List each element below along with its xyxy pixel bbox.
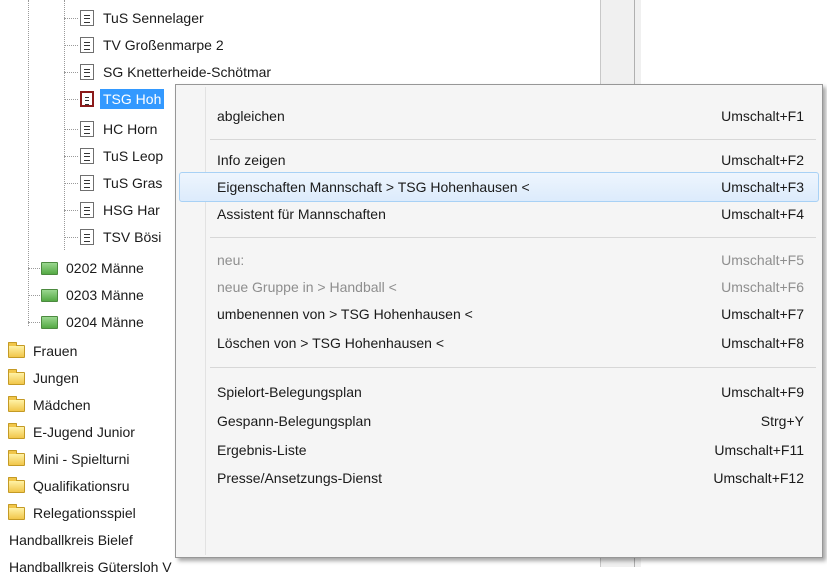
tree-item-label: TSG Hoh (100, 89, 165, 109)
tree-item-label: TSV Bösi (103, 229, 162, 245)
tree-item-label: Mädchen (33, 397, 91, 413)
tree-item-label: E-Jugend Junior (33, 424, 135, 440)
tree-item-label: Jungen (33, 370, 79, 386)
tree-item-label: Handballkreis Gütersloh V (9, 559, 172, 575)
tree-item-team[interactable]: TuS Leop (64, 144, 166, 168)
tree-item-team-selected[interactable]: TSG Hoh (64, 87, 165, 111)
tree-item-label: SG Knetterheide-Schötmar (103, 64, 272, 80)
tree-item-group[interactable]: 0202 Männe (28, 256, 147, 280)
tree-item-label: Handballkreis Bielef (9, 532, 133, 548)
tree-item-label: Relegationsspiel (33, 505, 136, 521)
menu-item-eigenschaften[interactable]: Eigenschaften Mannschaft > TSG Hohenhaus… (179, 172, 819, 202)
tree-item-folder[interactable]: Qualifikationsru (8, 474, 133, 498)
tree-item-label: 0204 Männe (66, 314, 144, 330)
tree-item-folder[interactable]: Relegationsspiel (8, 501, 139, 525)
tree-item-group[interactable]: 0204 Männe (28, 310, 147, 334)
tree-item-label: Qualifikationsru (33, 478, 130, 494)
tree-item-folder[interactable]: Jungen (8, 366, 82, 390)
menu-item-neu[interactable]: neu: Umschalt+F5 (179, 245, 819, 275)
tree-item-folder[interactable]: Frauen (8, 339, 80, 363)
tree-item-team[interactable]: TuS Gras (64, 171, 165, 195)
folder-icon (8, 476, 25, 493)
menu-item-presse-ansetzungs-dienst[interactable]: Presse/Ansetzungs-Dienst Umschalt+F12 (179, 463, 819, 493)
menu-separator (210, 367, 816, 368)
menu-item-ergebnis-liste[interactable]: Ergebnis-Liste Umschalt+F11 (179, 435, 819, 465)
tree-item-team[interactable]: SG Knetterheide-Schötmar (64, 60, 274, 84)
tree-item-folder[interactable]: Mini - Spielturni (8, 447, 132, 471)
tree-item-label: 0202 Männe (66, 260, 144, 276)
document-icon (80, 202, 94, 218)
document-icon (80, 64, 94, 80)
menu-separator (210, 237, 816, 238)
menu-item-loeschen[interactable]: Löschen von > TSG Hohenhausen < Umschalt… (179, 328, 819, 358)
context-menu[interactable]: abgleichen Umschalt+F1 Info zeigen Umsch… (175, 84, 823, 558)
menu-item-spielort-belegungsplan[interactable]: Spielort-Belegungsplan Umschalt+F9 (179, 377, 819, 407)
group-icon (41, 315, 58, 329)
tree-item-root[interactable]: Handballkreis Gütersloh V (6, 555, 175, 579)
tree-item-team[interactable]: TSV Bösi (64, 225, 164, 249)
tree-item-root[interactable]: Handballkreis Bielef (6, 528, 136, 552)
document-icon (80, 10, 94, 26)
document-icon (80, 148, 94, 164)
document-icon (80, 91, 94, 107)
menu-separator (210, 139, 816, 140)
tree-item-team[interactable]: TV Großenmarpe 2 (64, 33, 227, 57)
document-icon (80, 37, 94, 53)
tree-item-label: TV Großenmarpe 2 (103, 37, 224, 53)
document-icon (80, 229, 94, 245)
document-icon (80, 121, 94, 137)
tree-item-team[interactable]: HC Horn (64, 117, 160, 141)
menu-item-umbenennen[interactable]: umbenennen von > TSG Hohenhausen < Umsch… (179, 299, 819, 329)
tree-item-label: TuS Gras (103, 175, 163, 191)
tree-item-label: HSG Har (103, 202, 160, 218)
folder-icon (8, 368, 25, 385)
menu-item-assistent[interactable]: Assistent für Mannschaften Umschalt+F4 (179, 199, 819, 229)
folder-icon (8, 395, 25, 412)
tree-item-folder[interactable]: E-Jugend Junior (8, 420, 138, 444)
folder-icon (8, 422, 25, 439)
document-icon (80, 175, 94, 191)
menu-item-abgleichen[interactable]: abgleichen Umschalt+F1 (179, 101, 819, 131)
tree-item-label: TuS Sennelager (103, 10, 204, 26)
tree-item-label: Mini - Spielturni (33, 451, 130, 467)
group-icon (41, 261, 58, 275)
group-icon (41, 288, 58, 302)
menu-item-gespann-belegungsplan[interactable]: Gespann-Belegungsplan Strg+Y (179, 406, 819, 436)
folder-icon (8, 449, 25, 466)
folder-icon (8, 341, 25, 358)
tree-item-team[interactable]: TuS Sennelager (64, 6, 207, 30)
tree-item-group[interactable]: 0203 Männe (28, 283, 147, 307)
tree-item-label: 0203 Männe (66, 287, 144, 303)
menu-item-neue-gruppe[interactable]: neue Gruppe in > Handball < Umschalt+F6 (179, 272, 819, 302)
tree-item-team[interactable]: HSG Har (64, 198, 163, 222)
tree-item-label: HC Horn (103, 121, 158, 137)
menu-item-info-zeigen[interactable]: Info zeigen Umschalt+F2 (179, 145, 819, 175)
tree-item-folder[interactable]: Mädchen (8, 393, 94, 417)
tree-item-label: Frauen (33, 343, 78, 359)
folder-icon (8, 503, 25, 520)
tree-item-label: TuS Leop (103, 148, 164, 164)
